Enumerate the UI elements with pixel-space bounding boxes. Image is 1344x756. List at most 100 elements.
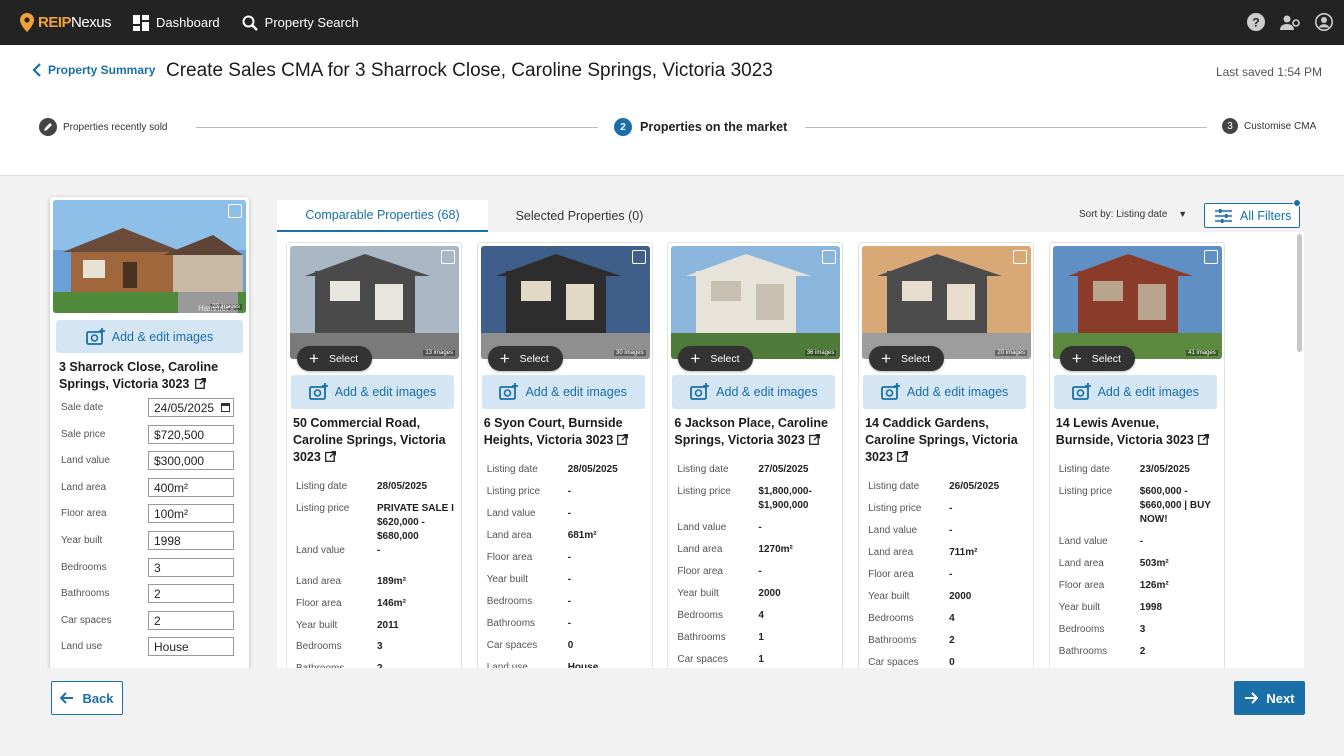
subject-address[interactable]: 3 Sharrock Close, Caroline Springs, Vict… — [59, 359, 244, 393]
property-address[interactable]: 14 Lewis Avenue, Burnside, Victoria 3023 — [1056, 415, 1216, 449]
subject-field-input[interactable]: $300,000 — [148, 451, 234, 471]
tab-comparable-properties[interactable]: Comparable Properties (68) — [277, 200, 488, 232]
help-icon[interactable]: ? — [1246, 12, 1266, 32]
expand-image-icon[interactable] — [822, 250, 837, 264]
select-label: Select — [1091, 352, 1121, 365]
external-link-icon[interactable] — [1197, 434, 1209, 445]
subject-field-input[interactable]: $720,500 — [148, 424, 234, 444]
all-filters-button[interactable]: All Filters — [1204, 203, 1300, 228]
calendar-icon[interactable] — [221, 403, 230, 412]
property-address-text: 14 Caddick Gardens, Caroline Springs, Vi… — [865, 416, 1018, 464]
property-attribute-label: Bathrooms — [1058, 646, 1108, 657]
subject-field-input[interactable]: 24/05/2025 — [148, 398, 234, 417]
comparable-property-card[interactable]: 36 images + Select Add & edit images 6 Jacks… — [667, 242, 844, 668]
subject-field-input[interactable]: 400m² — [148, 477, 234, 497]
property-attribute-value: 2000 — [949, 591, 972, 602]
expand-image-icon[interactable] — [1013, 250, 1028, 264]
select-property-button[interactable]: + Select — [869, 346, 945, 371]
property-attribute-label: Bedrooms — [296, 641, 342, 652]
sort-dropdown[interactable]: Sort by: Listing date ▼ — [1079, 209, 1187, 220]
property-image-count: 30 images — [614, 350, 646, 356]
property-attribute-value: 2011 — [377, 620, 399, 631]
account-icon[interactable] — [1314, 12, 1334, 32]
comparable-property-card[interactable]: 41 images + Select Add & edit images 14 Lewi… — [1048, 242, 1225, 668]
select-property-button[interactable]: + Select — [678, 346, 754, 371]
comparable-property-card[interactable]: 13 images + Select Add & edit images 50 Comm… — [286, 242, 462, 668]
nav-dashboard-label: Dashboard — [156, 15, 220, 30]
expand-image-icon[interactable] — [1203, 250, 1218, 264]
step-properties-on-market[interactable]: 2 Properties on the market — [614, 118, 787, 136]
external-link-icon[interactable] — [617, 434, 629, 445]
reipnexus-logo[interactable]: REIPNexus — [20, 13, 112, 32]
add-edit-images-button[interactable]: Add & edit images — [672, 375, 836, 409]
logo-text-reip: REIP — [38, 14, 72, 31]
property-attribute-value: - — [1139, 536, 1144, 547]
subject-field-input[interactable]: 100m² — [148, 504, 234, 524]
top-navigation-bar: REIPNexus Dashboard Property Search ? — [0, 0, 1344, 45]
subject-field-input[interactable]: 2 — [148, 584, 234, 604]
external-link-icon[interactable] — [324, 451, 336, 462]
step-properties-recently-sold[interactable]: Properties recently sold — [39, 118, 168, 136]
sort-label: Sort by: — [1079, 209, 1114, 220]
property-summary-link[interactable]: Property Summary — [32, 63, 155, 77]
add-edit-images-button[interactable]: Add & edit images — [481, 375, 645, 409]
subject-field-label: Land use — [61, 641, 103, 653]
property-image-count: 13 images — [423, 350, 455, 356]
select-property-button[interactable]: + Select — [1059, 346, 1135, 371]
property-address[interactable]: 14 Caddick Gardens, Caroline Springs, Vi… — [865, 415, 1025, 466]
subject-field-input[interactable]: 2 — [148, 610, 234, 630]
property-attribute-value: - — [567, 618, 572, 629]
add-photo-icon — [85, 327, 105, 345]
nav-property-search[interactable]: Property Search — [242, 15, 359, 31]
tab-selected-properties[interactable]: Selected Properties (0) — [488, 200, 671, 232]
subject-field-input[interactable]: House — [148, 637, 234, 657]
subject-add-edit-images-button[interactable]: Add & edit images — [56, 320, 243, 353]
property-address[interactable]: 50 Commercial Road, Caroline Springs, Vi… — [293, 415, 453, 466]
subject-property-photo[interactable]: 23 images Hammer — [53, 200, 246, 313]
property-attribute-value: 23/05/2025 — [1139, 464, 1190, 475]
step-customise-cma[interactable]: 3 Customise CMA — [1222, 118, 1316, 134]
external-link-icon[interactable] — [896, 451, 908, 462]
expand-image-icon[interactable] — [441, 250, 455, 264]
property-attribute-label: Year built — [486, 574, 529, 585]
property-photo[interactable]: 41 images — [1052, 246, 1222, 359]
select-property-button[interactable]: + Select — [487, 346, 563, 371]
property-summary-label: Property Summary — [48, 63, 156, 77]
next-button[interactable]: Next — [1234, 681, 1305, 715]
comparable-property-card[interactable]: 30 images + Select Add & edit images 6 Syon … — [476, 242, 653, 668]
subject-field-input[interactable]: 1998 — [148, 531, 234, 550]
add-edit-images-button[interactable]: Add & edit images — [291, 375, 454, 409]
property-address[interactable]: 6 Jackson Place, Caroline Springs, Victo… — [674, 415, 834, 449]
page-title: Create Sales CMA for 3 Sharrock Close, C… — [166, 60, 773, 81]
external-link-icon[interactable] — [808, 434, 820, 445]
expand-image-icon[interactable] — [631, 250, 646, 264]
subject-field-input[interactable]: 3 — [148, 557, 234, 577]
property-photo[interactable]: 20 images — [862, 246, 1032, 359]
add-edit-images-label: Add & edit images — [1097, 385, 1200, 399]
comparable-property-card[interactable]: 20 images + Select Add & edit images 14 Cadd… — [858, 242, 1035, 668]
property-attribute-value: - — [567, 596, 572, 607]
property-photo[interactable]: 13 images — [290, 246, 459, 359]
external-link-icon[interactable] — [194, 378, 206, 389]
back-button[interactable]: Back — [51, 681, 123, 715]
property-address[interactable]: 6 Syon Court, Burnside Heights, Victoria… — [484, 415, 644, 449]
add-edit-images-button[interactable]: Add & edit images — [1053, 375, 1217, 409]
property-photo[interactable]: 30 images — [480, 246, 650, 359]
property-attribute-value: $600,000 - $660,000 | BUY NOW! — [1139, 486, 1211, 525]
add-edit-images-button[interactable]: Add & edit images — [863, 375, 1027, 409]
grid-scrollbar[interactable] — [1297, 234, 1302, 352]
user-switch-icon[interactable] — [1280, 12, 1300, 32]
subject-field-label: Floor area — [61, 508, 107, 520]
property-address-text: 6 Jackson Place, Caroline Springs, Victo… — [674, 416, 828, 447]
subject-field-label: Land value — [61, 455, 110, 467]
property-attribute-value: 1 — [758, 632, 764, 643]
step-3-number: 3 — [1222, 118, 1238, 134]
expand-image-icon[interactable] — [228, 204, 242, 218]
step-divider — [196, 127, 598, 128]
nav-dashboard[interactable]: Dashboard — [133, 14, 220, 31]
property-image-count: 36 images — [804, 350, 837, 356]
property-attribute-label: Year built — [868, 591, 910, 602]
subject-field-label: Year built — [61, 535, 103, 546]
select-property-button[interactable]: + Select — [297, 346, 372, 371]
property-photo[interactable]: 36 images — [671, 246, 841, 359]
